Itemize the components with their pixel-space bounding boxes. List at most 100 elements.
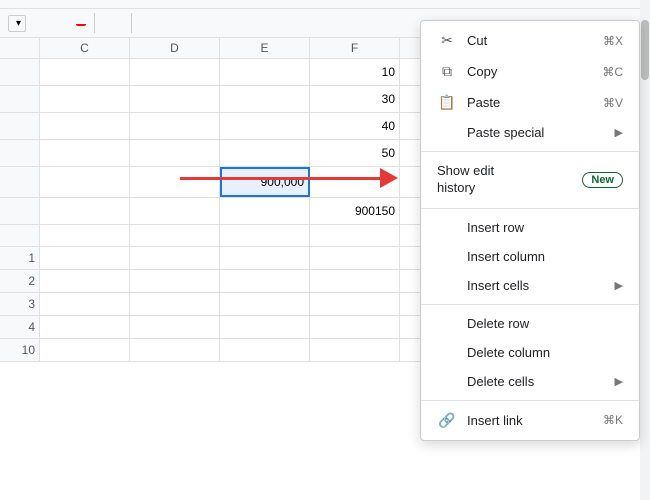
- italic-button[interactable]: [48, 21, 58, 25]
- spreadsheet-cell[interactable]: [40, 270, 130, 292]
- align-icon[interactable]: [140, 21, 148, 25]
- spreadsheet-cell[interactable]: 40: [310, 113, 400, 139]
- spreadsheet-cell[interactable]: [130, 270, 220, 292]
- border-icon[interactable]: [115, 21, 123, 25]
- strikethrough-button[interactable]: [62, 21, 72, 25]
- spreadsheet-cell[interactable]: 900,000: [220, 167, 310, 197]
- spreadsheet-cell[interactable]: [130, 113, 220, 139]
- spreadsheet-cell[interactable]: [220, 270, 310, 292]
- menu-separator: [421, 400, 639, 401]
- spreadsheet-cell[interactable]: [40, 316, 130, 338]
- spreadsheet-cell[interactable]: [40, 293, 130, 315]
- row-number: [0, 167, 40, 197]
- cut-icon: ✂: [437, 32, 457, 49]
- toolbar-divider-2: [131, 13, 132, 33]
- menu-item-insert-cells[interactable]: Insert cells ▶: [421, 271, 639, 300]
- menu-item-insert-link[interactable]: 🔗 Insert link ⌘K: [421, 405, 639, 436]
- col-header-C[interactable]: C: [40, 38, 130, 58]
- col-header-F[interactable]: F: [310, 38, 400, 58]
- spreadsheet-cell[interactable]: [40, 59, 130, 85]
- col-header-E[interactable]: E: [220, 38, 310, 58]
- scrollbar-thumb[interactable]: [641, 20, 649, 80]
- menu-item-delete-column[interactable]: Delete column: [421, 338, 639, 367]
- spreadsheet-cell[interactable]: [130, 198, 220, 224]
- menu-item-show-edit-history[interactable]: Show edit history New: [421, 156, 639, 204]
- spreadsheet-cell[interactable]: 10: [310, 59, 400, 85]
- menu-item-paste-special[interactable]: Paste special ▶: [421, 118, 639, 147]
- insert-row-label: Insert row: [467, 220, 623, 235]
- spreadsheet-cell[interactable]: [40, 225, 130, 246]
- menu-item-insert-column[interactable]: Insert column: [421, 242, 639, 271]
- spreadsheet-cell[interactable]: [310, 225, 400, 246]
- spreadsheet-cell[interactable]: [220, 140, 310, 166]
- menu-item-cut[interactable]: ✂ Cut ⌘X: [421, 25, 639, 56]
- spreadsheet-cell[interactable]: [130, 293, 220, 315]
- top-bar: [0, 0, 650, 9]
- spreadsheet-cell[interactable]: [130, 86, 220, 112]
- spreadsheet-cell[interactable]: [130, 59, 220, 85]
- menu-item-copy[interactable]: ⧉ Copy ⌘C: [421, 56, 639, 87]
- spreadsheet-cell[interactable]: [220, 247, 310, 269]
- paste-label: Paste: [467, 95, 595, 110]
- spreadsheet-cell[interactable]: [310, 167, 400, 197]
- insert-cells-label: Insert cells: [467, 278, 615, 293]
- spreadsheet-cell[interactable]: [130, 140, 220, 166]
- font-size-selector[interactable]: ▾: [8, 15, 26, 32]
- spreadsheet-cell[interactable]: [40, 198, 130, 224]
- insert-link-shortcut: ⌘K: [603, 413, 623, 427]
- spreadsheet-cell[interactable]: [40, 167, 130, 197]
- spreadsheet-cell[interactable]: [40, 339, 130, 361]
- spreadsheet-cell[interactable]: [130, 167, 220, 197]
- paste-special-label: Paste special: [467, 125, 615, 140]
- spreadsheet-cell[interactable]: [130, 225, 220, 246]
- spreadsheet-cell[interactable]: [220, 225, 310, 246]
- spreadsheet-cell[interactable]: [40, 140, 130, 166]
- menu-item-insert-row[interactable]: Insert row: [421, 213, 639, 242]
- row-number: 2: [0, 270, 40, 292]
- bold-button[interactable]: [34, 21, 44, 25]
- font-size-chevron[interactable]: ▾: [16, 18, 21, 29]
- spreadsheet-cell[interactable]: [130, 316, 220, 338]
- spreadsheet-cell[interactable]: [220, 339, 310, 361]
- scrollbar[interactable]: [640, 0, 650, 500]
- insert-link-icon: 🔗: [437, 412, 457, 429]
- spreadsheet-cell[interactable]: [130, 339, 220, 361]
- row-num-header: [0, 38, 40, 58]
- row-number: [0, 198, 40, 224]
- insert-cells-arrow: ▶: [615, 279, 623, 292]
- menu-item-paste[interactable]: 📋 Paste ⌘V: [421, 87, 639, 118]
- spreadsheet-cell[interactable]: [310, 270, 400, 292]
- spreadsheet-cell[interactable]: [220, 293, 310, 315]
- spreadsheet-cell[interactable]: [220, 113, 310, 139]
- copy-icon: ⧉: [437, 63, 457, 80]
- toolbar-divider-1: [94, 13, 95, 33]
- spreadsheet-cell[interactable]: [220, 59, 310, 85]
- spreadsheet-cell[interactable]: 900150: [310, 198, 400, 224]
- paint-icon[interactable]: [103, 21, 111, 25]
- halign-icon[interactable]: [152, 21, 160, 25]
- col-header-D[interactable]: D: [130, 38, 220, 58]
- spreadsheet-cell[interactable]: [220, 316, 310, 338]
- spreadsheet-cell[interactable]: [310, 339, 400, 361]
- cut-shortcut: ⌘X: [603, 34, 623, 48]
- underline-button[interactable]: [76, 20, 86, 26]
- menu-item-delete-cells[interactable]: Delete cells ▶: [421, 367, 639, 396]
- spreadsheet-cell[interactable]: [220, 198, 310, 224]
- show-edit-history-label: Show edit history: [437, 163, 574, 197]
- spreadsheet-cell[interactable]: [40, 86, 130, 112]
- spreadsheet-cell[interactable]: [310, 316, 400, 338]
- row-number: 1: [0, 247, 40, 269]
- spreadsheet-cell[interactable]: [40, 247, 130, 269]
- spreadsheet-cell[interactable]: [310, 293, 400, 315]
- valign-icon[interactable]: [164, 21, 172, 25]
- spreadsheet-cell[interactable]: [40, 113, 130, 139]
- menu-separator: [421, 151, 639, 152]
- spreadsheet-cell[interactable]: 30: [310, 86, 400, 112]
- spreadsheet-cell[interactable]: [310, 247, 400, 269]
- delete-cells-label: Delete cells: [467, 374, 615, 389]
- row-number: [0, 113, 40, 139]
- spreadsheet-cell[interactable]: [130, 247, 220, 269]
- spreadsheet-cell[interactable]: [220, 86, 310, 112]
- spreadsheet-cell[interactable]: 50: [310, 140, 400, 166]
- menu-item-delete-row[interactable]: Delete row: [421, 309, 639, 338]
